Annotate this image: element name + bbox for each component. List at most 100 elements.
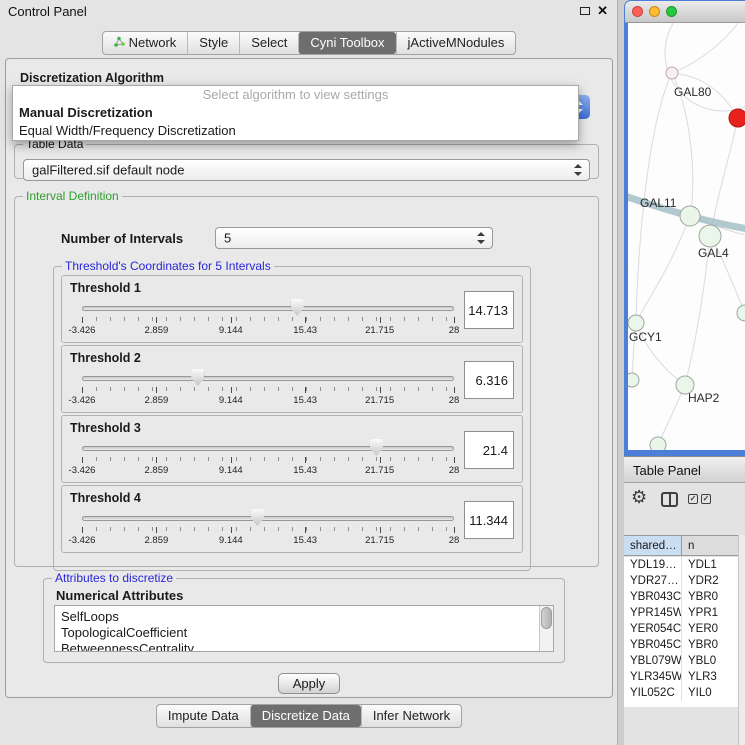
dropdown-option-equal-width-frequency[interactable]: Equal Width/Frequency Discretization (13, 122, 578, 140)
scrollbar-thumb[interactable] (541, 607, 552, 629)
scale-label: 21.715 (365, 325, 394, 336)
control-panel: Control Panel ✕ NetworkStyleSelectCyni T… (0, 0, 618, 745)
network-node-label[interactable]: HAP2 (688, 391, 720, 405)
table-data-combobox[interactable]: galFiltered.sif default node (23, 159, 590, 181)
tab-select[interactable]: Select (239, 32, 298, 54)
threshold-slider[interactable]: -3.4262.8599.14415.4321.71528 (82, 508, 454, 552)
table-row[interactable]: YIL052CYIL0 (624, 685, 738, 701)
numerical-attributes-list[interactable]: SelfLoopsTopologicalCoefficientBetweenne… (54, 605, 554, 652)
scale-label: 15.43 (293, 325, 317, 336)
table-cell[interactable]: YPR1 (682, 605, 738, 621)
tab-discretize-data[interactable]: Discretize Data (250, 705, 361, 727)
checkbox-icon[interactable] (688, 494, 698, 504)
table-row[interactable]: YDL19…YDL1 (624, 557, 738, 573)
float-window-icon[interactable] (580, 7, 590, 15)
tab-network[interactable]: Network (103, 32, 188, 54)
network-node-label[interactable]: GAL11 (640, 196, 677, 210)
scale-label: 21.715 (365, 465, 394, 476)
table-cell[interactable]: YBR045C (624, 637, 682, 653)
network-node (666, 67, 678, 79)
checkbox-icon[interactable] (701, 494, 711, 504)
major-tick (454, 317, 455, 323)
table-cell[interactable]: YPR145W (624, 605, 682, 621)
table-row[interactable]: YPR145WYPR1 (624, 605, 738, 621)
scale-label: 28 (449, 465, 460, 476)
column-header-name[interactable]: n (682, 536, 738, 555)
major-tick (231, 457, 232, 463)
tab-jactivemnodules[interactable]: jActiveMNodules (396, 32, 516, 54)
table-row[interactable]: YLR345WYLR3 (624, 669, 738, 685)
list-scrollbar[interactable] (539, 606, 553, 651)
table-scrollbar[interactable] (738, 535, 745, 745)
attribute-list-item[interactable]: TopologicalCoefficient (61, 625, 553, 641)
table-row[interactable]: YDR27…YDR2 (624, 573, 738, 589)
table-cell[interactable]: YBR0 (682, 589, 738, 605)
network-window-titlebar (625, 1, 745, 23)
tab-label: Select (251, 35, 287, 51)
threshold-value-field[interactable]: 14.713 (464, 291, 514, 329)
minimize-traffic-light-icon[interactable] (649, 6, 660, 17)
major-tick (156, 527, 157, 533)
number-of-intervals-spinner[interactable]: 5 (215, 227, 493, 249)
table-cell[interactable]: YDR27… (624, 573, 682, 589)
slider-scale: -3.4262.8599.14415.4321.71528 (82, 368, 454, 412)
threshold-value-field[interactable]: 21.4 (464, 431, 514, 469)
selected-network-node (729, 109, 745, 127)
network-canvas[interactable]: GAL80 GAL11 GAL4 GCY1 HAP2 (628, 23, 745, 450)
attribute-list-item[interactable]: BetweennessCentrality (61, 641, 553, 652)
table-cell[interactable]: YIL052C (624, 685, 682, 701)
table-row[interactable]: YER054CYER0 (624, 621, 738, 637)
table-cell[interactable]: YLR345W (624, 669, 682, 685)
table-row[interactable]: YBL079WYBL0 (624, 653, 738, 669)
network-node-label[interactable]: GAL80 (674, 85, 712, 99)
table-cell[interactable]: YBR043C (624, 589, 682, 605)
network-node-label[interactable]: GAL4 (698, 246, 729, 260)
close-traffic-light-icon[interactable] (632, 6, 643, 17)
numerical-attributes-label: Numerical Attributes (56, 588, 564, 603)
threshold-slider[interactable]: -3.4262.8599.14415.4321.71528 (82, 298, 454, 342)
major-tick (305, 317, 306, 323)
columns-icon[interactable] (661, 492, 678, 507)
tab-label: Network (129, 35, 177, 51)
tab-infer-network[interactable]: Infer Network (361, 705, 461, 727)
tab-cyni-toolbox[interactable]: Cyni Toolbox (298, 32, 395, 54)
table-cell[interactable]: YER054C (624, 621, 682, 637)
table-cell[interactable]: YIL0 (682, 685, 738, 701)
threshold-value-field[interactable]: 11.344 (464, 501, 514, 539)
dropdown-option-manual-discretization[interactable]: Manual Discretization (13, 104, 578, 122)
scale-label: 9.144 (219, 465, 243, 476)
gear-icon[interactable]: ⚙ (631, 487, 647, 508)
network-node-label[interactable]: GCY1 (629, 330, 662, 344)
table-cell[interactable]: YBL0 (682, 653, 738, 669)
table-cell[interactable]: YLR3 (682, 669, 738, 685)
zoom-traffic-light-icon[interactable] (666, 6, 677, 17)
table-panel-title: Table Panel (633, 463, 701, 478)
table-cell[interactable]: YDL1 (682, 557, 738, 573)
threshold-slider[interactable]: -3.4262.8599.14415.4321.71528 (82, 368, 454, 412)
table-cell[interactable]: YBR0 (682, 637, 738, 653)
major-tick (380, 457, 381, 463)
threshold-slider[interactable]: -3.4262.8599.14415.4321.71528 (82, 438, 454, 482)
table-cell[interactable]: YDL19… (624, 557, 682, 573)
close-icon[interactable]: ✕ (597, 3, 608, 19)
tab-label: jActiveMNodules (408, 35, 505, 51)
threshold-label: Threshold 3 (70, 421, 141, 435)
tab-style[interactable]: Style (187, 32, 239, 54)
apply-button[interactable]: Apply (278, 673, 340, 694)
dropdown-option-placeholder[interactable]: Select algorithm to view settings (13, 86, 578, 104)
attributes-group-title: Attributes to discretize (52, 571, 176, 585)
attribute-list-item[interactable]: SelfLoops (61, 609, 553, 625)
threshold-value-field[interactable]: 6.316 (464, 361, 514, 399)
major-tick (82, 527, 83, 533)
cyni-toolbox-panel: Discretization Algorithm Select algorith… (5, 58, 613, 698)
table-header-row: shared… n (624, 535, 738, 556)
tab-impute-data[interactable]: Impute Data (157, 705, 250, 727)
table-cell[interactable]: YBL079W (624, 653, 682, 669)
network-node (650, 437, 666, 450)
table-cell[interactable]: YER0 (682, 621, 738, 637)
table-cell[interactable]: YDR2 (682, 573, 738, 589)
table-row[interactable]: YBR043CYBR0 (624, 589, 738, 605)
scale-label: 15.43 (293, 465, 317, 476)
table-row[interactable]: YBR045CYBR0 (624, 637, 738, 653)
column-header-shared-name[interactable]: shared… (624, 536, 682, 555)
